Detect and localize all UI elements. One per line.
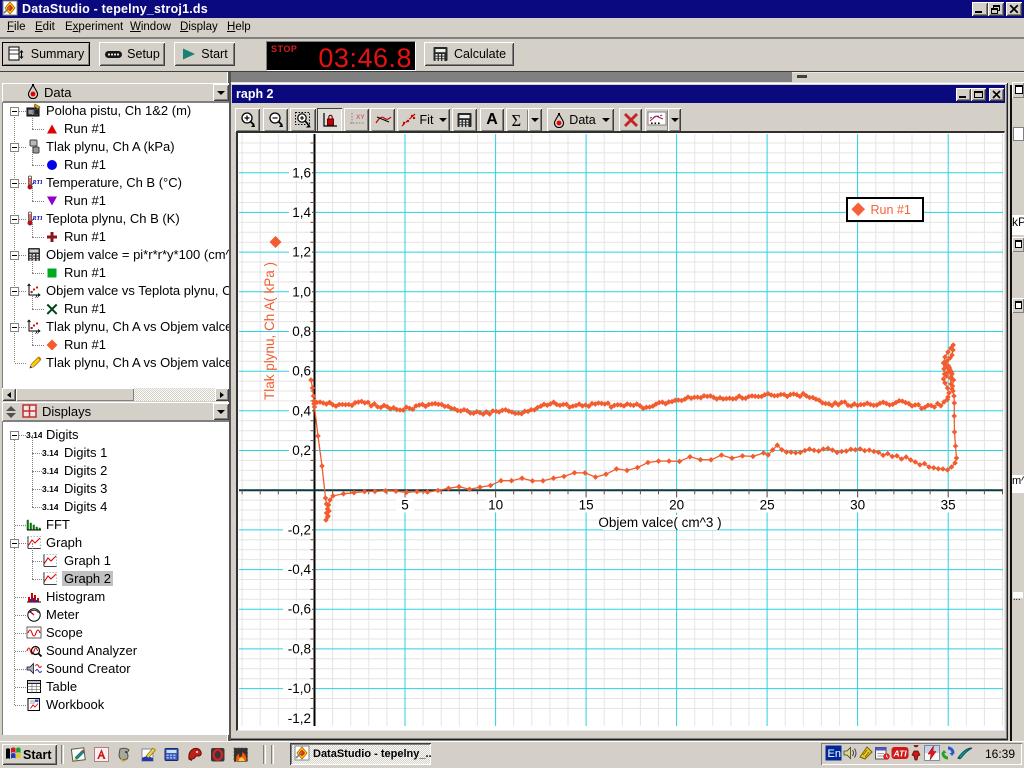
svg-text:-1,2: -1,2 [288, 711, 311, 726]
svg-text:1,4: 1,4 [292, 205, 311, 220]
svg-text:RTD: RTD [32, 180, 43, 186]
svg-text:3.14: 3.14 [42, 466, 58, 476]
svg-text:3.14: 3.14 [26, 430, 42, 440]
svg-text:-0,8: -0,8 [288, 641, 311, 656]
svg-text:3.14: 3.14 [42, 502, 58, 512]
svg-text:XY: XY [356, 114, 365, 121]
svg-text:-0,4: -0,4 [288, 562, 312, 577]
svg-text:0,6: 0,6 [292, 364, 311, 379]
svg-text:5: 5 [401, 498, 409, 513]
svg-text:30: 30 [850, 498, 865, 513]
svg-text:1,6: 1,6 [292, 165, 311, 180]
svg-text:15: 15 [579, 498, 594, 513]
svg-text:35: 35 [941, 498, 956, 513]
svg-text:0,8: 0,8 [292, 324, 311, 339]
svg-text:1,0: 1,0 [292, 284, 311, 299]
svg-text:x: x [35, 294, 38, 298]
svg-text:20: 20 [669, 498, 684, 513]
svg-text:3.14: 3.14 [42, 448, 58, 458]
svg-text:-0,6: -0,6 [288, 602, 311, 617]
svg-text:0,4: 0,4 [292, 403, 311, 418]
svg-text:25: 25 [760, 498, 775, 513]
svg-text:ATI: ATI [893, 748, 908, 758]
svg-text:Objem valce( cm^3 ): Objem valce( cm^3 ) [598, 515, 721, 530]
svg-text:Σ: Σ [511, 112, 521, 128]
svg-text:10: 10 [488, 498, 503, 513]
svg-text:-0,2: -0,2 [288, 522, 311, 537]
svg-text:3.14: 3.14 [42, 484, 58, 494]
svg-text:RTD: RTD [32, 216, 43, 222]
svg-text:x: x [35, 330, 38, 334]
svg-text:1,2: 1,2 [292, 245, 311, 260]
svg-text:En: En [828, 748, 841, 760]
svg-text:Tlak plynu, Ch A( kPa ): Tlak plynu, Ch A( kPa ) [262, 262, 277, 400]
svg-text:-1,0: -1,0 [288, 681, 311, 696]
svg-text:0,2: 0,2 [292, 443, 311, 458]
svg-text:Run #1: Run #1 [871, 203, 911, 217]
